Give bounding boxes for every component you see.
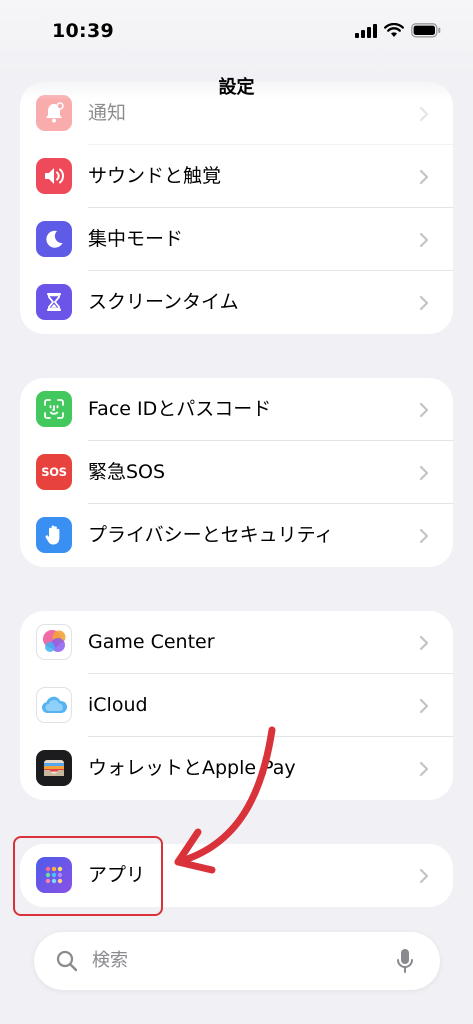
annotation-arrow [174, 726, 276, 874]
